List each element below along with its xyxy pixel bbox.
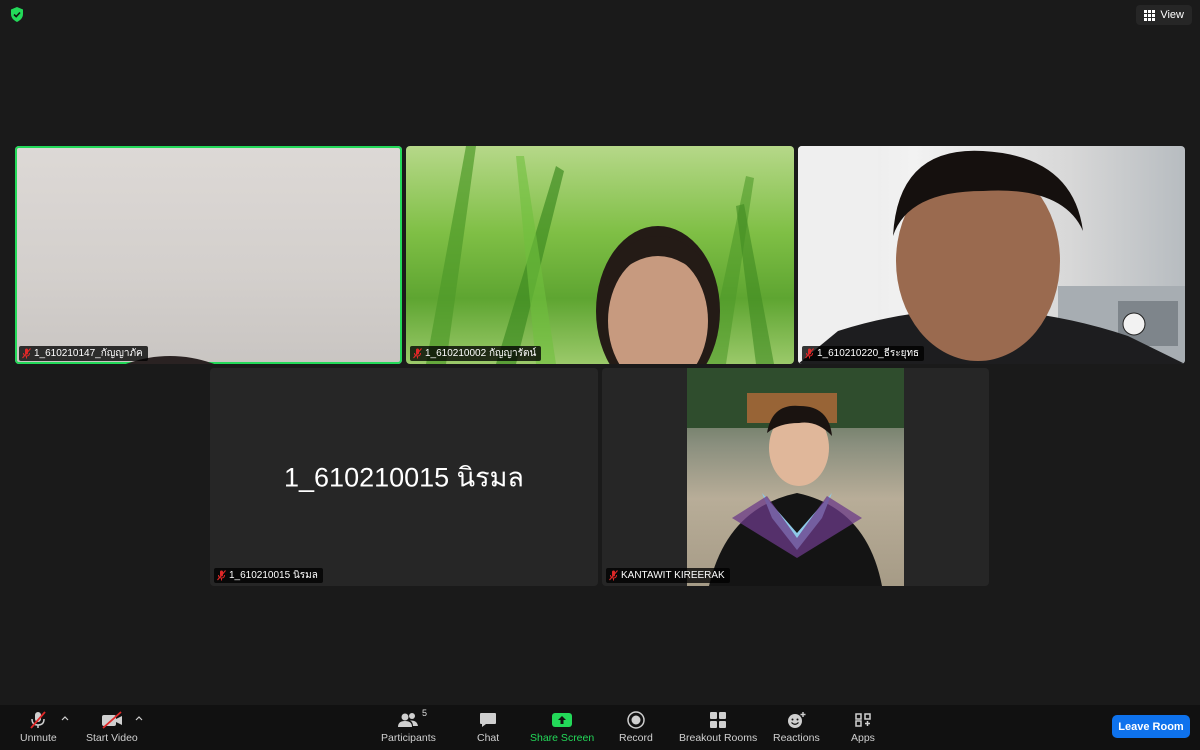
start-video-button[interactable]: Start Video [86, 711, 138, 744]
reactions-smiley-icon [788, 712, 806, 728]
participants-count: 5 [422, 708, 428, 718]
chat-button[interactable]: Chat [477, 711, 499, 744]
grid-view-icon [1144, 9, 1156, 21]
participant-display-name: 1_610210015 นิรมล [284, 462, 524, 493]
muted-microphone-icon [30, 711, 47, 729]
participant-video-2 [426, 146, 774, 364]
participant-name-tag: 1_610210220_ธีระยุทธ [802, 346, 925, 361]
video-tile-2[interactable]: 1_610210002 กัญญารัตน์ [406, 146, 794, 364]
view-label: View [1160, 9, 1184, 21]
record-button[interactable]: Record [619, 711, 653, 744]
breakout-rooms-button[interactable]: Breakout Rooms [679, 711, 757, 744]
meeting-toolbar: Unmute Start Video Participants 5 Chat S… [0, 705, 1200, 750]
share-screen-icon [552, 713, 573, 727]
muted-mic-icon [413, 348, 422, 359]
participants-icon [398, 713, 419, 727]
participant-video-1 [125, 356, 215, 364]
breakout-rooms-label: Breakout Rooms [679, 732, 758, 744]
unmute-button[interactable]: Unmute [20, 711, 57, 744]
apps-icon [855, 713, 871, 727]
video-off-icon [101, 711, 122, 729]
participant-name: 1_610210015 นิรมล [229, 570, 318, 581]
share-screen-label: Share Screen [530, 732, 595, 744]
record-label: Record [619, 732, 653, 744]
muted-mic-icon [805, 348, 814, 359]
muted-mic-icon [217, 570, 226, 581]
reactions-label: Reactions [773, 732, 820, 744]
apps-button[interactable]: Apps [851, 711, 875, 744]
muted-mic-icon [22, 348, 31, 359]
participant-name-tag: 1_610210147_กัญญาภัค [19, 346, 148, 361]
participant-name: 1_610210220_ธีระยุทธ [817, 348, 920, 359]
video-tile-4[interactable]: 1_610210015 นิรมล 1_610210015 นิรมล [210, 368, 598, 586]
muted-mic-icon [609, 570, 618, 581]
participant-video-3 [798, 146, 1185, 364]
security-shield-icon[interactable] [10, 7, 24, 22]
record-icon [627, 711, 645, 729]
participants-label: Participants [381, 732, 436, 744]
start-video-label: Start Video [86, 732, 138, 744]
breakout-rooms-icon [710, 712, 727, 728]
audio-options-caret-icon[interactable] [61, 715, 69, 721]
chat-label: Chat [477, 732, 500, 744]
participant-name-tag: KANTAWIT KIREERAK [606, 568, 730, 583]
video-options-caret-icon[interactable] [135, 715, 143, 721]
participant-profile-photo [687, 368, 904, 586]
reactions-button[interactable]: Reactions [773, 711, 820, 744]
unmute-label: Unmute [20, 732, 57, 744]
participant-name-tag: 1_610210015 นิรมล [214, 568, 323, 583]
participant-name: KANTAWIT KIREERAK [621, 570, 725, 581]
leave-room-button[interactable]: Leave Room [1112, 715, 1190, 738]
video-tile-3[interactable]: 1_610210220_ธีระยุทธ [798, 146, 1185, 364]
participant-name: 1_610210002 กัญญารัตน์ [425, 348, 537, 359]
share-screen-button[interactable]: Share Screen [530, 711, 594, 744]
video-tile-1[interactable]: 1_610210147_กัญญาภัค [15, 146, 402, 364]
chat-icon [480, 713, 497, 727]
participant-name: 1_610210147_กัญญาภัค [34, 348, 143, 359]
view-button[interactable]: View [1136, 5, 1192, 25]
video-tile-5[interactable]: KANTAWIT KIREERAK [602, 368, 989, 586]
apps-label: Apps [851, 732, 875, 744]
participant-name-tag: 1_610210002 กัญญารัตน์ [410, 346, 542, 361]
participants-button[interactable]: Participants [381, 711, 436, 744]
